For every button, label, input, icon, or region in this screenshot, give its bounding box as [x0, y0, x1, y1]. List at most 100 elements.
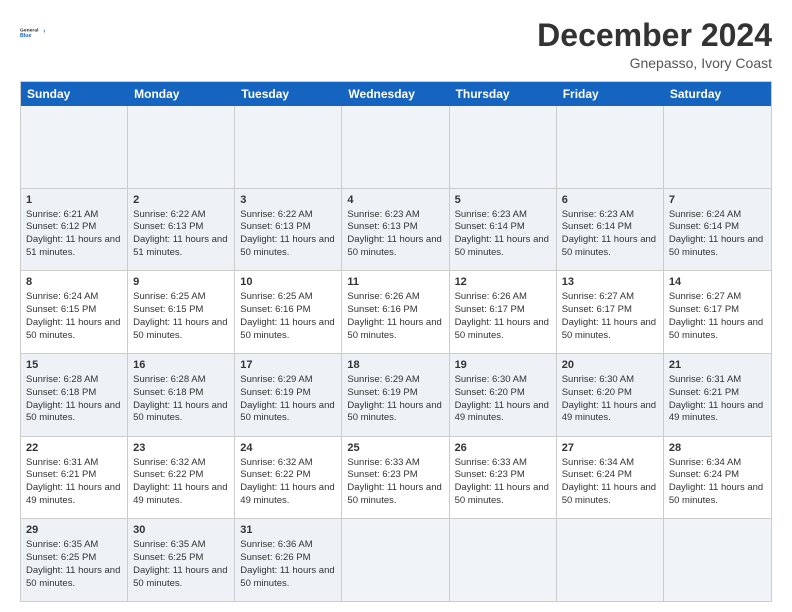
daylight: Daylight: 11 hours and 49 minutes.	[669, 400, 763, 424]
day-cell-10: 10Sunrise: 6:25 AMSunset: 6:16 PMDayligh…	[235, 271, 342, 353]
sunset: Sunset: 6:20 PM	[562, 387, 632, 398]
daylight: Daylight: 11 hours and 50 minutes.	[562, 234, 656, 258]
daylight: Daylight: 11 hours and 50 minutes.	[347, 234, 441, 258]
sunset: Sunset: 6:14 PM	[669, 221, 739, 232]
empty-cell	[450, 106, 557, 188]
sunset: Sunset: 6:13 PM	[133, 221, 203, 232]
sunrise: Sunrise: 6:23 AM	[347, 209, 419, 220]
daylight: Daylight: 11 hours and 50 minutes.	[26, 565, 120, 589]
day-cell-6: 6Sunrise: 6:23 AMSunset: 6:14 PMDaylight…	[557, 189, 664, 271]
daylight: Daylight: 11 hours and 50 minutes.	[347, 317, 441, 341]
day-number: 28	[669, 441, 766, 456]
sunrise: Sunrise: 6:23 AM	[455, 209, 527, 220]
calendar-week-1	[21, 106, 771, 189]
day-cell-23: 23Sunrise: 6:32 AMSunset: 6:22 PMDayligh…	[128, 437, 235, 519]
daylight: Daylight: 11 hours and 50 minutes.	[455, 317, 549, 341]
day-number: 30	[133, 523, 229, 538]
day-number: 19	[455, 358, 551, 373]
day-cell-1: 1Sunrise: 6:21 AMSunset: 6:12 PMDaylight…	[21, 189, 128, 271]
sunrise: Sunrise: 6:28 AM	[133, 374, 205, 385]
weekday-friday: Friday	[557, 82, 664, 106]
day-cell-14: 14Sunrise: 6:27 AMSunset: 6:17 PMDayligh…	[664, 271, 771, 353]
day-number: 7	[669, 193, 766, 208]
day-number: 12	[455, 275, 551, 290]
weekday-tuesday: Tuesday	[235, 82, 342, 106]
day-number: 26	[455, 441, 551, 456]
sunrise: Sunrise: 6:30 AM	[455, 374, 527, 385]
sunrise: Sunrise: 6:29 AM	[240, 374, 312, 385]
sunrise: Sunrise: 6:23 AM	[562, 209, 634, 220]
empty-cell	[557, 519, 664, 601]
day-cell-26: 26Sunrise: 6:33 AMSunset: 6:23 PMDayligh…	[450, 437, 557, 519]
sunset: Sunset: 6:22 PM	[240, 469, 310, 480]
logo-icon: GeneralBlue	[20, 18, 48, 46]
sunset: Sunset: 6:19 PM	[240, 387, 310, 398]
day-number: 29	[26, 523, 122, 538]
sunrise: Sunrise: 6:36 AM	[240, 539, 312, 550]
daylight: Daylight: 11 hours and 50 minutes.	[26, 317, 120, 341]
daylight: Daylight: 11 hours and 50 minutes.	[26, 400, 120, 424]
daylight: Daylight: 11 hours and 49 minutes.	[455, 400, 549, 424]
day-number: 2	[133, 193, 229, 208]
sunrise: Sunrise: 6:31 AM	[669, 374, 741, 385]
sunset: Sunset: 6:20 PM	[455, 387, 525, 398]
day-number: 14	[669, 275, 766, 290]
sunrise: Sunrise: 6:25 AM	[240, 291, 312, 302]
day-cell-24: 24Sunrise: 6:32 AMSunset: 6:22 PMDayligh…	[235, 437, 342, 519]
logo: GeneralBlue	[20, 18, 48, 46]
sunset: Sunset: 6:24 PM	[562, 469, 632, 480]
day-cell-3: 3Sunrise: 6:22 AMSunset: 6:13 PMDaylight…	[235, 189, 342, 271]
day-number: 31	[240, 523, 336, 538]
sunrise: Sunrise: 6:27 AM	[669, 291, 741, 302]
day-cell-28: 28Sunrise: 6:34 AMSunset: 6:24 PMDayligh…	[664, 437, 771, 519]
sunrise: Sunrise: 6:24 AM	[669, 209, 741, 220]
sunset: Sunset: 6:13 PM	[240, 221, 310, 232]
daylight: Daylight: 11 hours and 49 minutes.	[133, 482, 227, 506]
sunset: Sunset: 6:21 PM	[669, 387, 739, 398]
sunrise: Sunrise: 6:34 AM	[562, 457, 634, 468]
daylight: Daylight: 11 hours and 50 minutes.	[240, 400, 334, 424]
sunset: Sunset: 6:18 PM	[26, 387, 96, 398]
day-cell-22: 22Sunrise: 6:31 AMSunset: 6:21 PMDayligh…	[21, 437, 128, 519]
day-number: 8	[26, 275, 122, 290]
sunset: Sunset: 6:12 PM	[26, 221, 96, 232]
sunset: Sunset: 6:23 PM	[347, 469, 417, 480]
sunrise: Sunrise: 6:27 AM	[562, 291, 634, 302]
sunset: Sunset: 6:18 PM	[133, 387, 203, 398]
daylight: Daylight: 11 hours and 50 minutes.	[669, 482, 763, 506]
empty-cell	[342, 106, 449, 188]
daylight: Daylight: 11 hours and 51 minutes.	[26, 234, 120, 258]
svg-text:General: General	[20, 27, 39, 33]
daylight: Daylight: 11 hours and 49 minutes.	[562, 400, 656, 424]
day-number: 24	[240, 441, 336, 456]
day-number: 18	[347, 358, 443, 373]
day-cell-18: 18Sunrise: 6:29 AMSunset: 6:19 PMDayligh…	[342, 354, 449, 436]
sunset: Sunset: 6:16 PM	[347, 304, 417, 315]
sunrise: Sunrise: 6:30 AM	[562, 374, 634, 385]
day-cell-15: 15Sunrise: 6:28 AMSunset: 6:18 PMDayligh…	[21, 354, 128, 436]
daylight: Daylight: 11 hours and 50 minutes.	[240, 317, 334, 341]
sunset: Sunset: 6:24 PM	[669, 469, 739, 480]
title-block: December 2024 Gnepasso, Ivory Coast	[537, 18, 772, 71]
day-cell-2: 2Sunrise: 6:22 AMSunset: 6:13 PMDaylight…	[128, 189, 235, 271]
sunset: Sunset: 6:13 PM	[347, 221, 417, 232]
weekday-monday: Monday	[128, 82, 235, 106]
day-cell-16: 16Sunrise: 6:28 AMSunset: 6:18 PMDayligh…	[128, 354, 235, 436]
empty-cell	[128, 106, 235, 188]
day-number: 17	[240, 358, 336, 373]
sunset: Sunset: 6:17 PM	[562, 304, 632, 315]
sunset: Sunset: 6:15 PM	[26, 304, 96, 315]
sunset: Sunset: 6:21 PM	[26, 469, 96, 480]
month-title: December 2024	[537, 18, 772, 53]
day-number: 3	[240, 193, 336, 208]
day-cell-19: 19Sunrise: 6:30 AM Sunset: 6:20 PM Dayligh…	[450, 354, 557, 436]
calendar-header: Sunday Monday Tuesday Wednesday Thursday…	[21, 82, 771, 106]
day-cell-7: 7Sunrise: 6:24 AMSunset: 6:14 PMDaylight…	[664, 189, 771, 271]
sunset: Sunset: 6:14 PM	[455, 221, 525, 232]
daylight: Daylight: 11 hours and 50 minutes.	[347, 482, 441, 506]
calendar-body: 1Sunrise: 6:21 AMSunset: 6:12 PMDaylight…	[21, 106, 771, 601]
sunrise: Sunrise: 6:24 AM	[26, 291, 98, 302]
daylight: Daylight: 11 hours and 50 minutes.	[347, 400, 441, 424]
day-cell-31: 31Sunrise: 6:36 AMSunset: 6:26 PMDayligh…	[235, 519, 342, 601]
calendar-week-2: 1Sunrise: 6:21 AMSunset: 6:12 PMDaylight…	[21, 189, 771, 272]
